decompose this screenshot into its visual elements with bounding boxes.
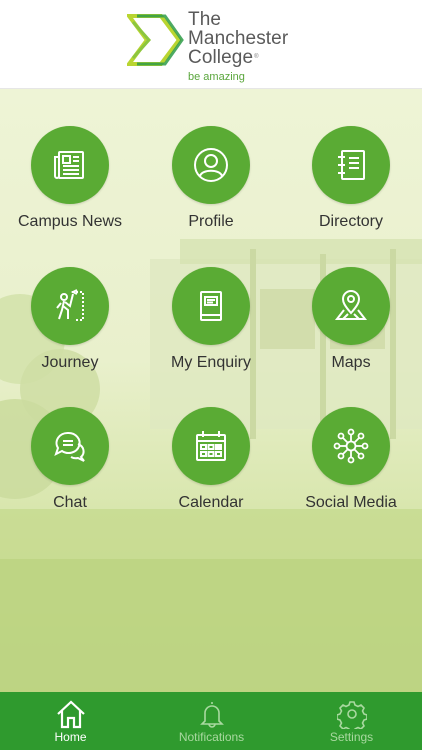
gear-icon [336, 701, 367, 729]
tile-label: Social Media [305, 494, 397, 511]
logo-text-line-3: College [188, 47, 254, 68]
address-book-icon [338, 150, 365, 180]
tile-label: Campus News [17, 213, 123, 230]
tile-label: Calendar [178, 494, 244, 511]
tile-directory[interactable]: Directory [281, 126, 421, 256]
home-icon [56, 700, 85, 729]
tile-profile[interactable]: Profile [141, 126, 281, 256]
logo-tagline: be amazing [188, 71, 245, 83]
tile-chat[interactable]: Chat [0, 407, 140, 537]
network-icon [333, 428, 369, 464]
tile-campus-news[interactable]: Campus News [0, 126, 140, 256]
tile-calendar[interactable]: Calendar [141, 407, 281, 537]
map-pin-icon [334, 290, 368, 320]
tile-journey[interactable]: Journey [0, 267, 140, 397]
user-icon [194, 148, 228, 182]
college-logo: The Manchester College® be amazing [127, 9, 317, 83]
tile-label: Chat [53, 494, 87, 511]
chevron-logo-icon [127, 14, 184, 66]
home-grid: Campus News Profile Directory Journey My… [0, 89, 422, 692]
book-icon [200, 291, 222, 321]
bell-icon [199, 702, 224, 728]
tab-settings[interactable]: Settings [281, 692, 422, 750]
tile-my-enquiry[interactable]: My Enquiry [141, 267, 281, 397]
tile-label: Profile [188, 213, 234, 230]
newspaper-icon [54, 151, 84, 179]
registered-mark-icon: ® [254, 54, 259, 60]
tile-label: Journey [41, 354, 99, 371]
bottom-tab-bar: Home Notifications Settings [0, 692, 422, 750]
tab-label: Notifications [178, 730, 245, 744]
tile-label: Directory [318, 213, 383, 230]
journey-icon [56, 289, 84, 321]
logo-text-line-2: Manchester [188, 28, 289, 49]
tile-label: My Enquiry [170, 354, 252, 371]
tab-notifications[interactable]: Notifications [141, 692, 282, 750]
tab-home[interactable]: Home [0, 692, 141, 750]
logo-text-line-1: The [188, 9, 222, 30]
app-header: The Manchester College® be amazing [0, 0, 422, 89]
tile-maps[interactable]: Maps [281, 267, 421, 397]
calendar-icon [196, 431, 226, 461]
tile-social-media[interactable]: Social Media [281, 407, 421, 537]
tile-label: Maps [331, 354, 371, 371]
tab-label: Settings [329, 730, 374, 744]
tab-label: Home [54, 730, 87, 744]
chat-bubbles-icon [54, 431, 85, 462]
